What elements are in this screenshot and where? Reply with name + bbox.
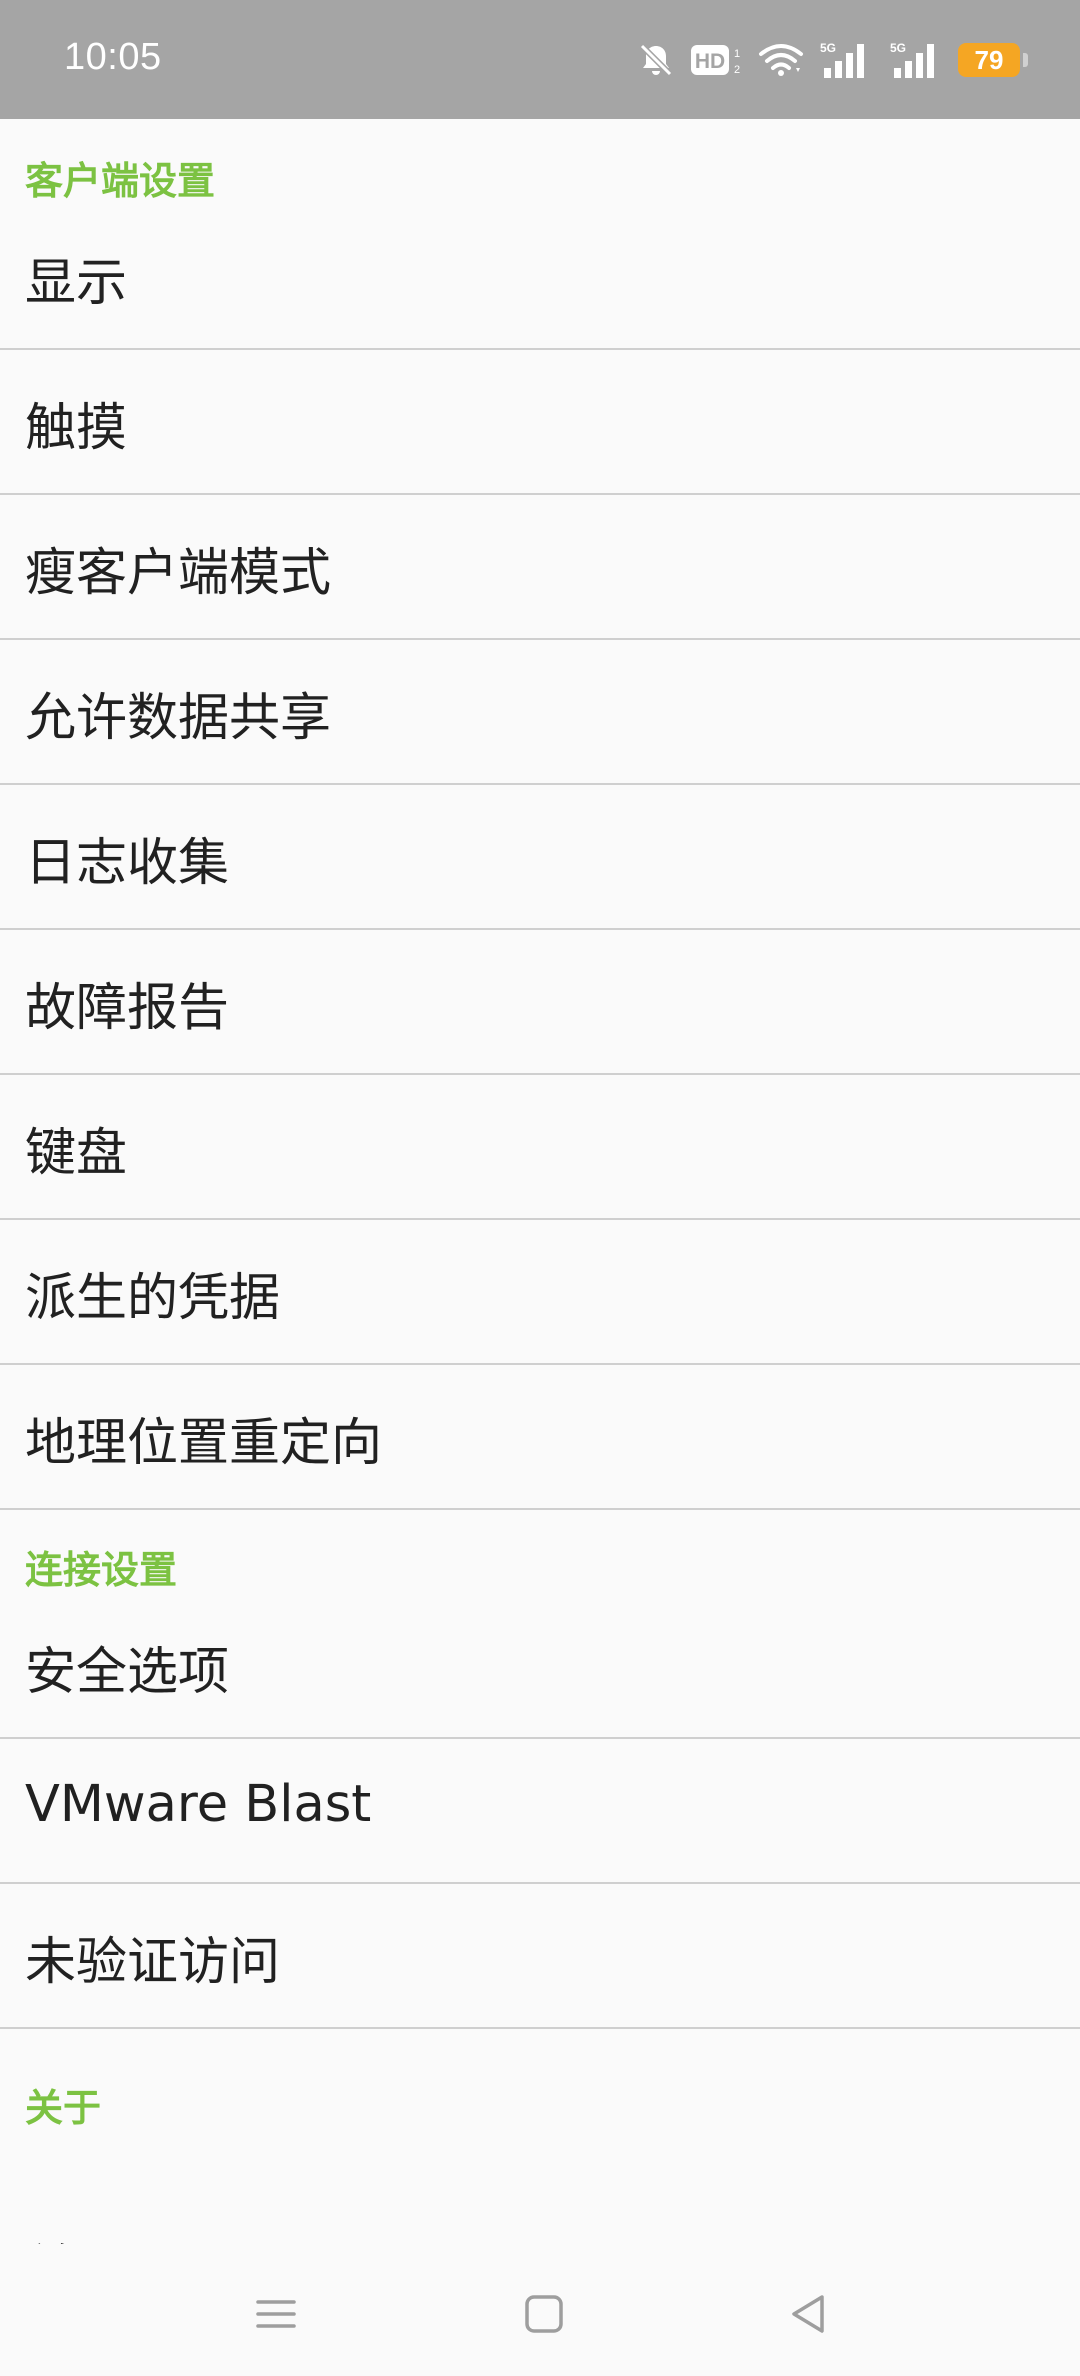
settings-item-security-options[interactable]: 安全选项 [0, 1594, 1080, 1739]
settings-item-label: 触摸 [25, 399, 128, 458]
settings-item-thin-client[interactable]: 瘦客户端模式 [0, 495, 1080, 640]
settings-item-label: 键盘 [25, 1124, 128, 1183]
settings-item-label: 关于 VMware Horizon Client [25, 2227, 721, 2244]
section-header-client: 客户端设置 [25, 159, 216, 203]
navigation-bar [0, 2244, 1080, 2376]
menu-icon[interactable] [236, 2274, 316, 2354]
signal-5g-icon: 5G [818, 40, 874, 80]
settings-item-about-client[interactable]: 关于 VMware Horizon Client [0, 2132, 1080, 2244]
hd-icon: HD 1 2 [690, 42, 744, 78]
section-header-about: 关于 [25, 2086, 102, 2130]
back-icon[interactable] [768, 2274, 848, 2354]
battery-icon: 79 [958, 43, 1028, 77]
settings-item-label: 显示 [25, 254, 128, 313]
bell-off-icon [636, 40, 676, 80]
svg-text:2: 2 [734, 64, 740, 76]
settings-item-derived-credentials[interactable]: 派生的凭据 [0, 1220, 1080, 1365]
settings-item-label: 日志收集 [25, 834, 230, 893]
settings-list: 客户端设置 显示 触摸 瘦客户端模式 允许数据共享 日志收集 故障报告 键盘 派… [0, 119, 1080, 2244]
signal-5g-icon: 5G [888, 40, 944, 80]
settings-item-touch[interactable]: 触摸 [0, 350, 1080, 495]
settings-item-label: VMware Blast [25, 1775, 372, 1834]
battery-level: 79 [974, 44, 1004, 75]
settings-item-data-sharing[interactable]: 允许数据共享 [0, 640, 1080, 785]
settings-item-label: 允许数据共享 [25, 689, 332, 748]
settings-item-label: 地理位置重定向 [25, 1414, 383, 1473]
hd-badge-text: HD [695, 50, 725, 73]
status-icons: HD 1 2 5G 5G 79 [636, 36, 1028, 84]
settings-item-crash-report[interactable]: 故障报告 [0, 930, 1080, 1075]
settings-item-label: 安全选项 [25, 1643, 230, 1702]
status-time: 10:05 [64, 36, 162, 78]
settings-item-geolocation[interactable]: 地理位置重定向 [0, 1365, 1080, 1510]
network-label-2: 5G [890, 41, 906, 55]
settings-item-label: 瘦客户端模式 [25, 544, 332, 603]
wifi-icon [758, 42, 804, 78]
home-icon[interactable] [504, 2274, 584, 2354]
settings-item-log-collection[interactable]: 日志收集 [0, 785, 1080, 930]
settings-screen: 10:05 HD 1 2 5G 5G 79 客户端设置 显示 触摸 瘦客户端模式… [0, 0, 1080, 2376]
settings-item-label: 派生的凭据 [25, 1269, 281, 1328]
network-label-1: 5G [820, 41, 836, 55]
settings-item-unauthenticated-access[interactable]: 未验证访问 [0, 1884, 1080, 2029]
settings-item-keyboard[interactable]: 键盘 [0, 1075, 1080, 1220]
section-header-connection: 连接设置 [25, 1548, 178, 1592]
settings-item-vmware-blast[interactable]: VMware Blast [0, 1739, 1080, 1884]
svg-text:1: 1 [734, 48, 740, 60]
status-bar: 10:05 HD 1 2 5G 5G 79 [0, 0, 1080, 119]
settings-item-label: 故障报告 [25, 979, 230, 1038]
settings-item-display[interactable]: 显示 [0, 205, 1080, 350]
settings-item-label: 未验证访问 [25, 1933, 281, 1992]
